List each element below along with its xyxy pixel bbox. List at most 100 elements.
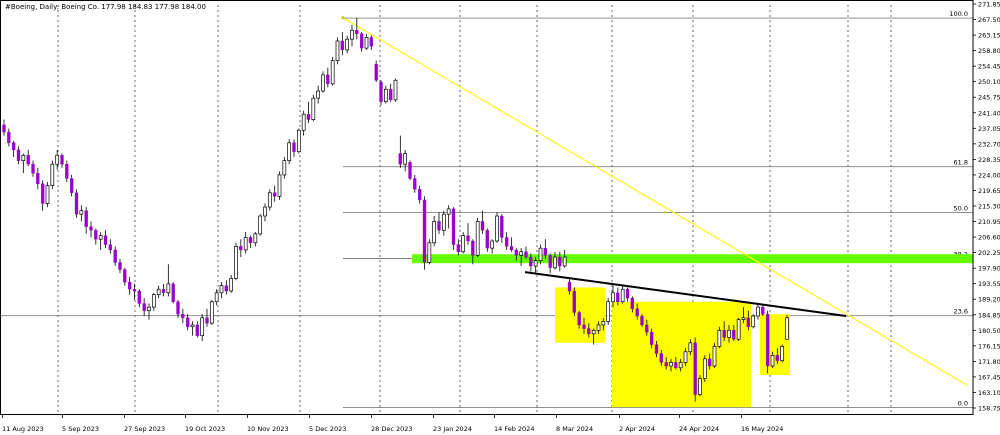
candle xyxy=(118,258,122,274)
candle xyxy=(287,139,292,165)
candle-body xyxy=(727,329,731,338)
candle xyxy=(296,128,301,154)
candle xyxy=(562,249,567,268)
candle xyxy=(335,37,340,65)
candle-body xyxy=(123,269,127,283)
candle-body xyxy=(741,317,746,320)
candle xyxy=(137,289,141,308)
candle xyxy=(195,321,199,338)
candle-body xyxy=(41,183,45,204)
candle-body xyxy=(471,240,475,256)
candle-body xyxy=(601,321,606,326)
candle-body xyxy=(31,164,35,174)
candle xyxy=(490,239,495,254)
candle-body xyxy=(98,235,103,240)
candle xyxy=(243,232,248,254)
candle-body xyxy=(529,256,533,267)
y-tick-label: 263.15 xyxy=(978,32,1000,40)
candle-body xyxy=(785,317,789,340)
price-chart: 100.061.850.038.223.60.0 271.85267.50263… xyxy=(0,0,1000,433)
candle-body xyxy=(500,215,504,238)
candle-body xyxy=(519,251,524,256)
candle-body xyxy=(567,281,572,292)
candle-body xyxy=(147,306,151,312)
candle xyxy=(736,317,741,342)
candle-body xyxy=(94,230,98,240)
fib-level-label: 61.8 xyxy=(954,159,968,167)
candle-body xyxy=(543,248,547,256)
y-tick-label: 206.60 xyxy=(978,234,1000,242)
y-tick-label: 210.95 xyxy=(978,218,1000,226)
candle-body xyxy=(702,358,707,379)
candle-body xyxy=(432,221,437,244)
x-tick-label: 11 Aug 2023 xyxy=(2,425,44,433)
candle-body xyxy=(756,306,760,317)
candle xyxy=(132,283,137,300)
candle-body xyxy=(118,262,122,270)
candle xyxy=(65,160,69,183)
candle-body xyxy=(466,235,470,242)
x-tick-label: 23 Jan 2024 xyxy=(433,425,472,433)
candle xyxy=(176,299,180,318)
candle-body xyxy=(326,74,330,84)
candle-body xyxy=(553,256,557,269)
y-tick-label: 158.75 xyxy=(978,405,1000,413)
candle-body xyxy=(316,90,321,99)
candle-body xyxy=(219,285,224,294)
highlight-box xyxy=(612,301,751,408)
fib-level-label: 0.0 xyxy=(958,399,968,407)
candle-body xyxy=(60,155,64,165)
candle xyxy=(151,292,156,311)
candle xyxy=(2,119,6,136)
candle-body xyxy=(258,215,263,235)
candle-body xyxy=(355,30,359,34)
candle-body xyxy=(461,235,466,253)
candle xyxy=(301,110,306,136)
candle xyxy=(234,242,238,281)
candle xyxy=(548,253,552,274)
candle xyxy=(142,298,146,317)
x-tick-label: 24 Apr 2024 xyxy=(679,425,719,433)
candle xyxy=(422,196,427,270)
candle-body xyxy=(514,249,518,256)
candle-body xyxy=(224,285,228,292)
x-tick-label: 2 Apr 2024 xyxy=(619,425,655,433)
candle-body xyxy=(360,33,364,49)
candle-body xyxy=(273,192,277,197)
candle-body xyxy=(490,240,495,249)
candle-body xyxy=(186,317,190,327)
candle-body xyxy=(2,124,6,133)
candle xyxy=(785,314,789,340)
candle-body xyxy=(214,292,219,303)
candle xyxy=(350,24,354,47)
y-tick-label: 232.70 xyxy=(978,140,1000,148)
candle-body xyxy=(683,351,688,363)
candle xyxy=(113,246,117,267)
candle-body xyxy=(383,88,388,103)
candle xyxy=(161,283,166,297)
candle xyxy=(45,182,50,208)
candle xyxy=(108,239,112,254)
candle-body xyxy=(475,221,480,256)
candle xyxy=(408,160,412,181)
y-tick-label: 171.80 xyxy=(978,358,1000,366)
candle-body xyxy=(766,314,770,367)
candle-body xyxy=(712,346,717,367)
candle xyxy=(219,282,224,299)
candle-body xyxy=(205,317,209,324)
candle xyxy=(16,146,21,165)
candle-body xyxy=(190,324,195,328)
candle-body xyxy=(693,342,697,395)
candle-body xyxy=(267,192,272,208)
candle-body xyxy=(533,260,538,267)
candle-body xyxy=(209,301,214,324)
candle xyxy=(451,207,456,250)
candle-body xyxy=(12,142,16,151)
candle xyxy=(466,223,470,245)
candle xyxy=(200,314,205,342)
candle-body xyxy=(606,301,611,322)
candle-body xyxy=(664,362,668,367)
y-tick-label: 180.50 xyxy=(978,327,1000,335)
candle xyxy=(398,135,402,168)
candle-body xyxy=(45,185,50,204)
